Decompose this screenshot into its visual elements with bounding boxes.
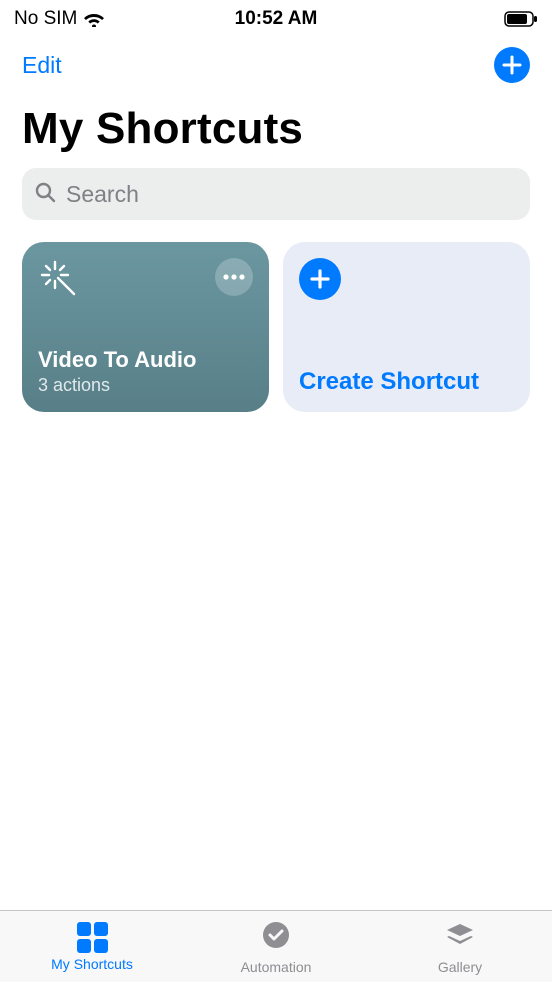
tab-my-shortcuts[interactable]: My Shortcuts [0,911,184,982]
clock-check-icon [260,919,292,956]
tab-automation[interactable]: Automation [184,911,368,982]
shortcuts-grid: Video To Audio 3 actions Create Shortcut [0,220,552,434]
tab-bar: My Shortcuts Automation Gallery [0,910,552,982]
search-input[interactable] [66,181,518,208]
shortcut-more-button[interactable] [215,258,253,296]
tab-label: Gallery [438,959,482,975]
tab-label: Automation [241,959,312,975]
status-left: No SIM [14,8,105,30]
tab-gallery[interactable]: Gallery [368,911,552,982]
nav-bar: Edit [0,32,552,90]
create-shortcut-label: Create Shortcut [299,368,514,396]
status-bar: No SIM 10:52 AM [0,0,552,32]
shortcut-card[interactable]: Video To Audio 3 actions [22,242,269,412]
create-shortcut-card[interactable]: Create Shortcut [283,242,530,412]
shortcut-subtitle: 3 actions [38,375,253,396]
carrier-text: No SIM [14,8,77,30]
wand-icon [38,258,80,305]
layers-icon [444,919,476,956]
page-title: My Shortcuts [0,90,552,164]
search-field[interactable] [22,168,530,220]
shortcut-name: Video To Audio [38,347,253,373]
grid-icon [77,922,108,953]
add-shortcut-button[interactable] [494,47,530,83]
plus-icon [501,54,523,76]
ellipsis-icon [223,274,245,280]
edit-button[interactable]: Edit [22,52,62,79]
battery-icon [504,11,538,27]
status-right [504,11,538,27]
search-icon [34,181,56,208]
wifi-icon [83,11,105,27]
tab-label: My Shortcuts [51,956,133,972]
create-plus-icon [299,258,341,300]
